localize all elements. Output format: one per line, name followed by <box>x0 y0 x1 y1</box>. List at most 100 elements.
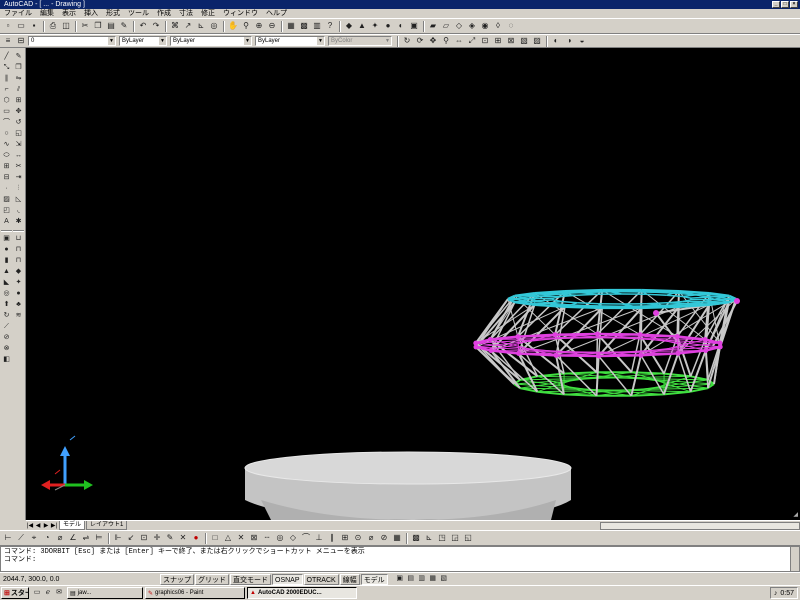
lengthen-icon[interactable]: ↔ <box>13 151 24 161</box>
lineweight-combo[interactable]: ByLayer ▼ <box>255 36 325 46</box>
subtract-icon[interactable]: ⊓ <box>13 245 24 255</box>
orbit-3d-icon[interactable]: ↻ <box>401 36 413 47</box>
clock[interactable]: 0:57 <box>780 590 794 597</box>
tab-last-button[interactable]: ▶| <box>50 522 58 530</box>
extrude-icon[interactable]: ⬆ <box>1 300 12 310</box>
cut-icon[interactable]: ✂ <box>79 21 91 32</box>
render-icon[interactable]: ◆ <box>343 21 355 32</box>
taskbar-button-autocad[interactable]: ▲ AutoCAD 2000EDUC... <box>247 587 357 599</box>
break-icon[interactable]: ⫶ <box>13 184 24 194</box>
osnap-parallel-icon[interactable]: ∥ <box>326 533 338 544</box>
ucs-toolbar-icon[interactable]: ⊾ <box>423 533 435 544</box>
center-mark-icon[interactable]: ✛ <box>151 533 163 544</box>
menu-modify[interactable]: 修正 <box>197 9 219 18</box>
multiline-icon[interactable]: ∥ <box>1 74 12 84</box>
xline-icon[interactable]: ⤡ <box>1 63 12 73</box>
view-side-icon[interactable]: ◌ <box>505 21 517 32</box>
tolerance-icon[interactable]: ⊡ <box>138 533 150 544</box>
color-combo[interactable]: ByLayer ▼ <box>119 36 167 46</box>
menu-tools[interactable]: ツール <box>124 9 153 18</box>
menu-help[interactable]: ヘルプ <box>262 9 291 18</box>
command-prompt[interactable]: コマンド: <box>4 556 796 564</box>
status-tray-icon[interactable]: ▣ <box>395 574 405 584</box>
layers-icon[interactable]: ≡ <box>2 36 14 47</box>
ordinate-dim-icon[interactable]: ⌖ <box>28 533 40 544</box>
dbconnect-icon[interactable]: ▥ <box>311 21 323 32</box>
menu-window[interactable]: ウィンドウ <box>219 9 262 18</box>
osnap-endpoint-icon[interactable]: □ <box>209 533 221 544</box>
hatch-icon[interactable]: ▨ <box>1 195 12 205</box>
orbit-zoom-icon[interactable]: ⚲ <box>440 36 452 47</box>
tab-prev-button[interactable]: ◀ <box>34 522 42 530</box>
lineweight-toggle[interactable]: 線幅 <box>339 573 360 585</box>
erase-icon[interactable]: ✎ <box>13 52 24 62</box>
line-icon[interactable]: ╱ <box>1 52 12 62</box>
osnap-apparent-icon[interactable]: ⊠ <box>248 533 260 544</box>
horizontal-scrollbar[interactable] <box>600 521 800 530</box>
help-icon[interactable]: ? <box>324 21 336 32</box>
orbit-back-clip-icon[interactable]: ▨ <box>531 36 543 47</box>
osnap-insert-icon[interactable]: ⊞ <box>339 533 351 544</box>
ucs-world-icon[interactable]: ◳ <box>436 533 448 544</box>
orbit-icon[interactable]: ◎ <box>208 21 220 32</box>
volume-icon[interactable]: ♪ <box>774 590 778 597</box>
drawing-viewport[interactable]: ◢ <box>26 48 800 520</box>
background-icon[interactable]: ▣ <box>408 21 420 32</box>
osnap-intersection-icon[interactable]: ✕ <box>235 533 247 544</box>
ucs-face-icon[interactable]: ◱ <box>462 533 474 544</box>
status-tray-icon[interactable]: ▧ <box>439 574 449 584</box>
osnap-midpoint-icon[interactable]: △ <box>222 533 234 544</box>
menu-format[interactable]: 形式 <box>102 9 124 18</box>
osnap-none-icon[interactable]: ⊘ <box>378 533 390 544</box>
dim-style-icon[interactable]: ✕ <box>177 533 189 544</box>
landscape-icon[interactable]: ♣ <box>13 300 24 310</box>
osnap-toggle[interactable]: OSNAP <box>272 573 303 585</box>
move-icon[interactable]: ✥ <box>13 107 24 117</box>
ortho-toggle[interactable]: 直交モード <box>230 573 271 585</box>
camera-icon[interactable]: ◐ <box>550 36 562 47</box>
box-icon[interactable]: ▣ <box>1 234 12 244</box>
fog-icon[interactable]: ≋ <box>13 311 24 321</box>
hyperlink-icon[interactable]: ⌘ <box>169 21 181 32</box>
mtext-icon[interactable]: A <box>1 217 12 227</box>
stop-icon[interactable]: ● <box>190 533 202 544</box>
scale-icon[interactable]: ◱ <box>13 129 24 139</box>
quicklaunch-desktop-icon[interactable]: ▭ <box>32 588 42 598</box>
light-toolbar-icon[interactable]: ✦ <box>13 278 24 288</box>
new-icon[interactable]: ▫ <box>2 21 14 32</box>
menu-dimension[interactable]: 寸法 <box>175 9 197 18</box>
rectangle-icon[interactable]: ▭ <box>1 107 12 117</box>
command-window[interactable]: コマンド: 3DORBIT [Esc] または [Enter] キーで終了、また… <box>0 546 800 572</box>
zoom-window-icon[interactable]: ⊕ <box>253 21 265 32</box>
print-icon[interactable]: ⎙ <box>47 21 59 32</box>
stretch-icon[interactable]: ⇲ <box>13 140 24 150</box>
leader-icon[interactable]: ↙ <box>125 533 137 544</box>
viewpoint-icon[interactable]: ◒ <box>576 36 588 47</box>
undo-icon[interactable]: ↶ <box>137 21 149 32</box>
aligned-dim-icon[interactable]: ⟋ <box>15 533 27 544</box>
pan-icon[interactable]: ✋ <box>227 21 239 32</box>
start-button[interactable]: ⊞ スタート <box>1 587 29 599</box>
command-scrollbar[interactable] <box>790 547 799 571</box>
open-icon[interactable]: ▭ <box>15 21 27 32</box>
design-center-icon[interactable]: ▩ <box>298 21 310 32</box>
orbit-zoom-window-icon[interactable]: ⊡ <box>479 36 491 47</box>
torus-icon[interactable]: ◎ <box>1 289 12 299</box>
explode-icon[interactable]: ✱ <box>13 217 24 227</box>
zoom-realtime-icon[interactable]: ⚲ <box>240 21 252 32</box>
render-toolbar-icon[interactable]: ◆ <box>13 267 24 277</box>
trim-icon[interactable]: ✂ <box>13 162 24 172</box>
status-tray-icon[interactable]: ▤ <box>406 574 416 584</box>
shade-flat-icon[interactable]: ▰ <box>427 21 439 32</box>
snap-toggle[interactable]: スナップ <box>160 573 194 585</box>
copy-icon[interactable]: ❐ <box>92 21 104 32</box>
wedge-icon[interactable]: ◣ <box>1 278 12 288</box>
taskbar-button-paint[interactable]: ✎ graphics06 - Paint <box>145 587 245 599</box>
view-front-icon[interactable]: ◉ <box>479 21 491 32</box>
status-tray-icon[interactable]: ▥ <box>417 574 427 584</box>
light-icon[interactable]: ✦ <box>369 21 381 32</box>
section-icon[interactable]: ⊘ <box>1 333 12 343</box>
fillet-icon[interactable]: ◟ <box>13 206 24 216</box>
properties-icon[interactable]: ▦ <box>285 21 297 32</box>
chamfer-icon[interactable]: ◺ <box>13 195 24 205</box>
